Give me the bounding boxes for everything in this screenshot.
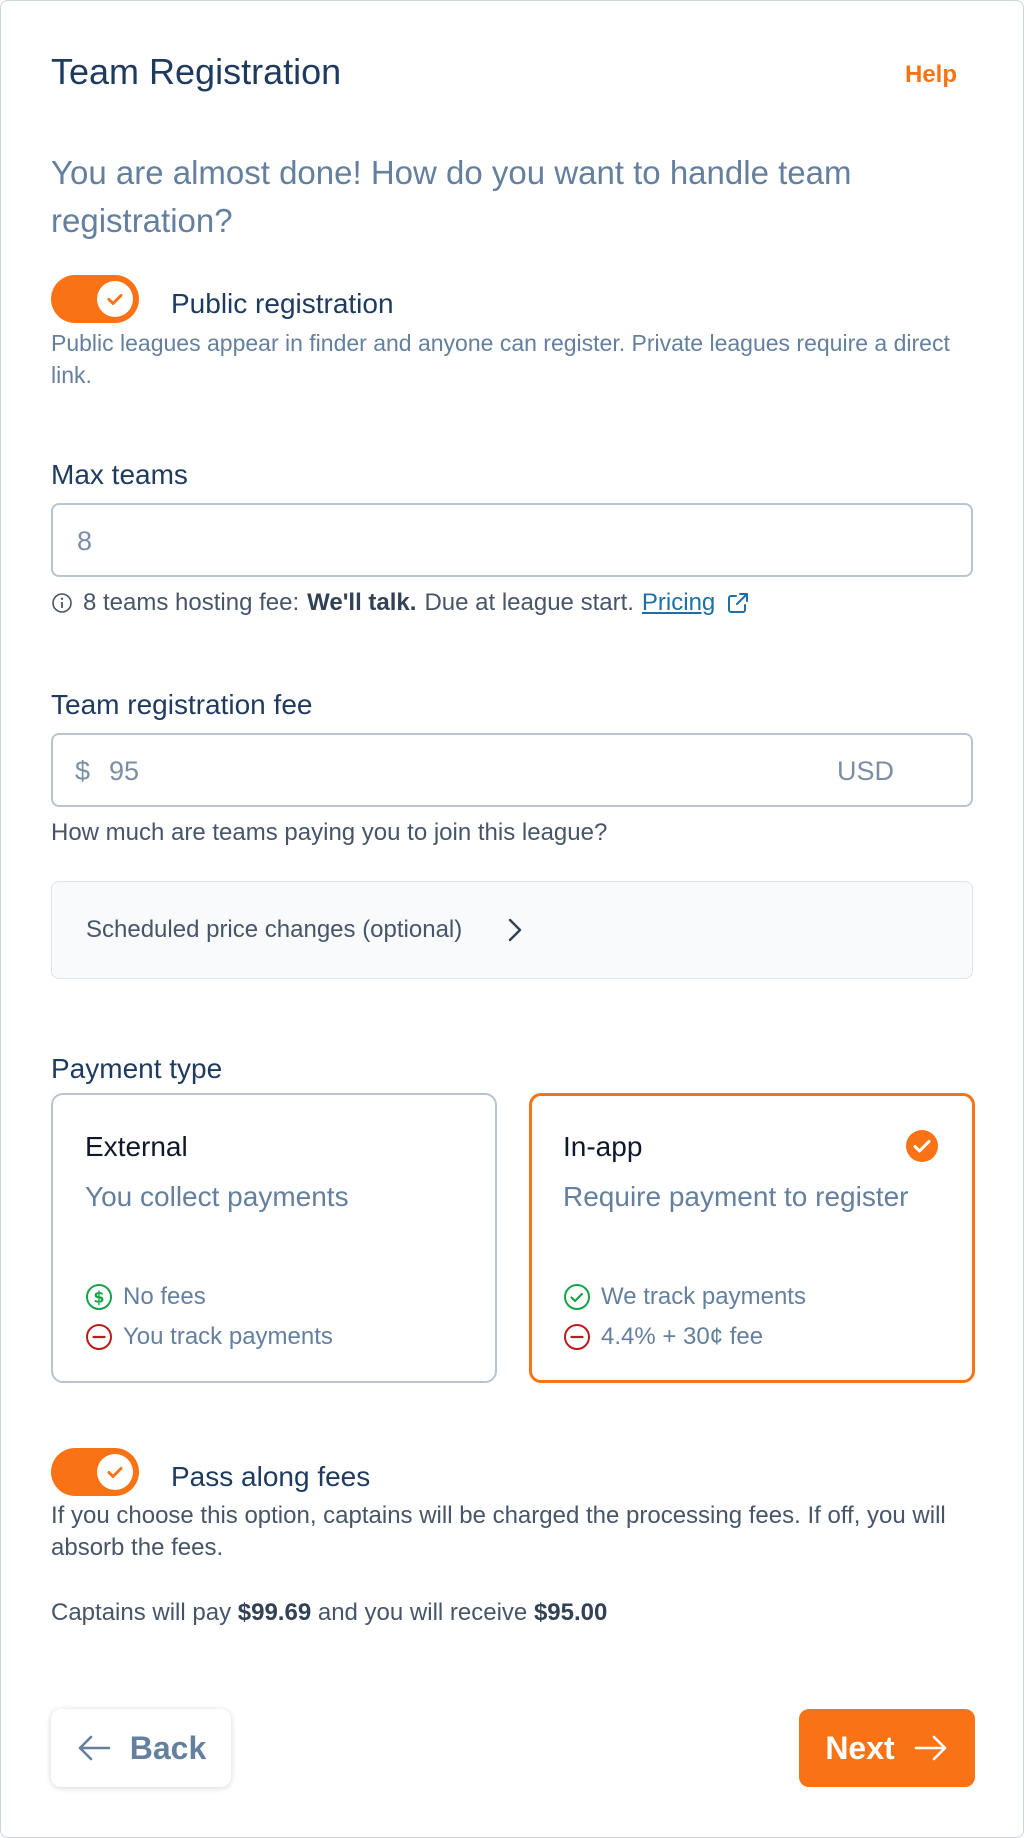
pass-along-fees-description: If you choose this option, captains will… bbox=[51, 1502, 946, 1561]
hosting-fee-prefix: 8 teams hosting fee: bbox=[83, 589, 300, 616]
captain-pays-amount: $99.69 bbox=[237, 1599, 312, 1626]
public-registration-toggle[interactable] bbox=[51, 275, 139, 323]
max-teams-label: Max teams bbox=[51, 459, 188, 490]
svg-text:$: $ bbox=[93, 1288, 104, 1307]
registration-fee-label: Team registration fee bbox=[51, 689, 313, 720]
payment-option-title: In-app bbox=[563, 1131, 643, 1162]
arrow-left-icon bbox=[76, 1733, 112, 1763]
feature-item: $ No fees bbox=[85, 1283, 206, 1311]
fee-summary: Captains will pay $99.69 and you will re… bbox=[51, 1597, 607, 1629]
next-button-label: Next bbox=[825, 1729, 895, 1766]
currency-symbol: $ bbox=[75, 756, 91, 786]
chevron-right-icon bbox=[502, 916, 526, 949]
payment-option-subtitle: You collect payments bbox=[85, 1181, 349, 1212]
check-icon bbox=[97, 281, 133, 317]
payment-option-in-app[interactable]: In-app Require payment to register We tr… bbox=[529, 1093, 975, 1383]
pass-along-fees-toggle[interactable] bbox=[51, 1448, 139, 1496]
currency-code: USD bbox=[837, 756, 895, 786]
pricing-link[interactable]: Pricing bbox=[642, 589, 715, 617]
scheduled-price-changes-panel[interactable]: Scheduled price changes (optional) bbox=[51, 881, 973, 979]
page-title: Team Registration bbox=[51, 51, 342, 92]
pass-along-fees-label: Pass along fees bbox=[171, 1461, 371, 1492]
minus-circle-icon bbox=[563, 1323, 601, 1351]
external-link-icon[interactable] bbox=[725, 590, 751, 616]
help-link[interactable]: Help bbox=[905, 61, 957, 89]
payment-option-external[interactable]: External You collect payments $ No fees … bbox=[51, 1093, 497, 1383]
feature-label: You track payments bbox=[123, 1323, 333, 1350]
feature-item: We track payments bbox=[563, 1283, 806, 1311]
info-icon bbox=[51, 592, 73, 614]
public-registration-description: Public leagues appear in finder and anyo… bbox=[51, 330, 950, 388]
registration-fee-input[interactable]: $ 95 USD bbox=[51, 733, 973, 807]
feature-label: We track payments bbox=[601, 1283, 806, 1310]
payment-type-label: Payment type bbox=[51, 1053, 223, 1084]
scheduled-price-changes-label: Scheduled price changes (optional) bbox=[86, 916, 463, 943]
hosting-fee-suffix: Due at league start. bbox=[424, 589, 634, 616]
next-button[interactable]: Next bbox=[799, 1709, 975, 1787]
selected-check-icon bbox=[906, 1130, 938, 1167]
max-teams-value: 8 bbox=[77, 526, 93, 556]
payment-option-subtitle: Require payment to register bbox=[563, 1181, 909, 1212]
hosting-fee-note: 8 teams hosting fee: We'll talk. Due at … bbox=[51, 589, 751, 617]
registration-page: Team Registration Help You are almost do… bbox=[0, 0, 1024, 1838]
hosting-fee-amount: We'll talk. bbox=[307, 589, 417, 616]
payment-option-title: External bbox=[85, 1131, 188, 1162]
public-registration-label: Public registration bbox=[171, 288, 394, 319]
max-teams-input[interactable]: 8 bbox=[51, 503, 973, 577]
back-button[interactable]: Back bbox=[51, 1709, 231, 1787]
dollar-icon: $ bbox=[85, 1283, 123, 1311]
you-receive-amount: $95.00 bbox=[533, 1599, 608, 1626]
check-circle-icon bbox=[563, 1283, 601, 1311]
registration-fee-value: 95 bbox=[109, 756, 140, 786]
fee-summary-middle: and you will receive bbox=[317, 1599, 528, 1626]
check-icon bbox=[97, 1454, 133, 1490]
back-button-label: Back bbox=[129, 1729, 207, 1766]
feature-label: 4.4% + 30¢ fee bbox=[601, 1323, 764, 1350]
registration-fee-helper: How much are teams paying you to join th… bbox=[51, 819, 608, 846]
arrow-right-icon bbox=[913, 1733, 949, 1763]
feature-item: 4.4% + 30¢ fee bbox=[563, 1323, 763, 1351]
feature-label: No fees bbox=[123, 1283, 206, 1310]
intro-text: You are almost done! How do you want to … bbox=[51, 154, 852, 239]
fee-summary-prefix: Captains will pay bbox=[51, 1599, 232, 1626]
feature-item: You track payments bbox=[85, 1323, 333, 1351]
minus-circle-icon bbox=[85, 1323, 123, 1351]
